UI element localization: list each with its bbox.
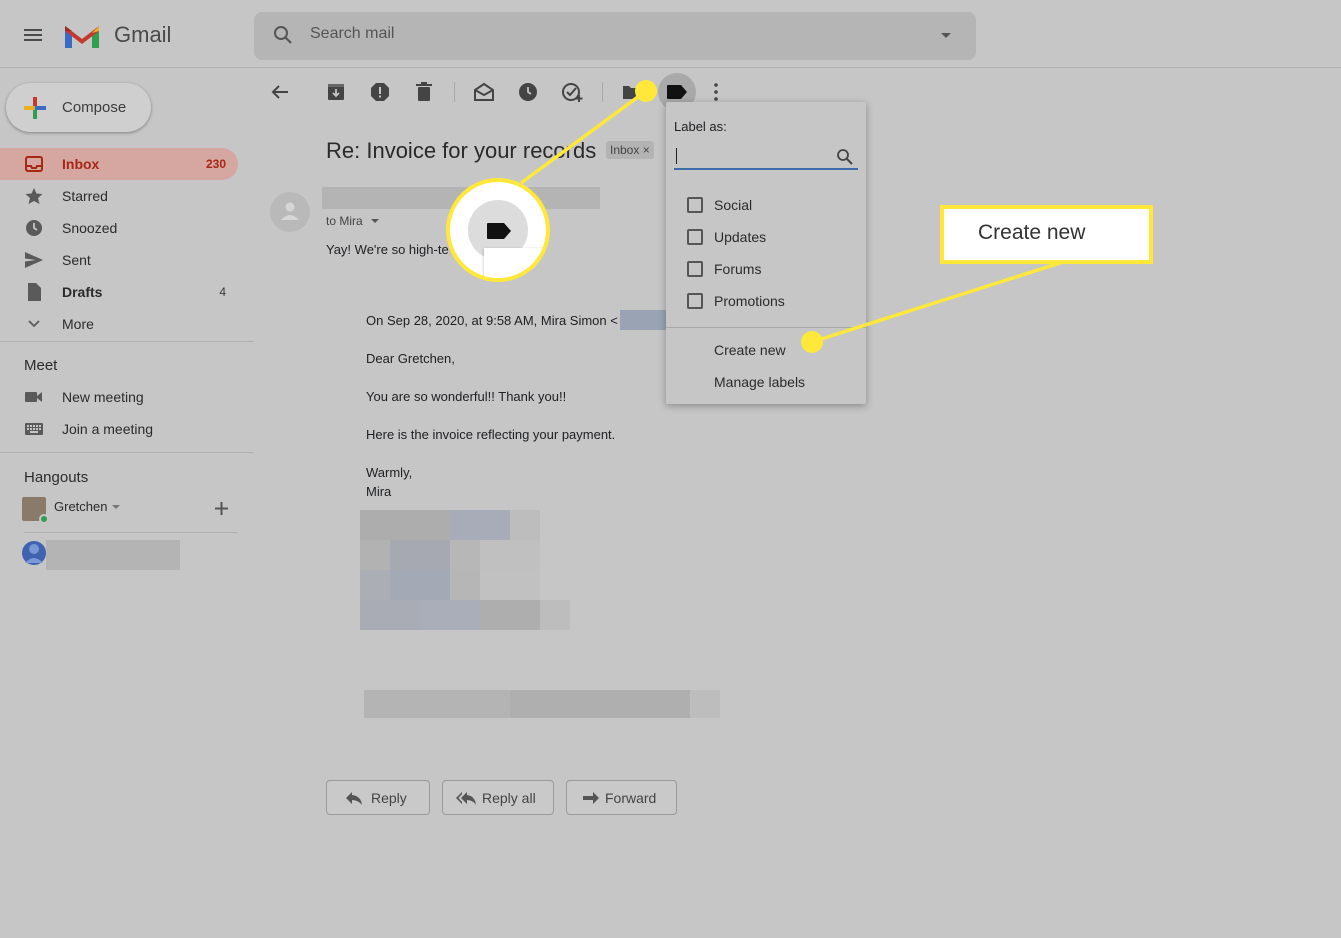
callout-text: Create new (978, 221, 1086, 244)
create-new-callout: Create new (940, 205, 1153, 264)
label-icon (485, 222, 513, 240)
callout-dot (801, 331, 823, 353)
zoom-magnifier-callout (446, 178, 550, 282)
zoomed-menu-corner (484, 248, 544, 278)
callout-connector-lines (519, 89, 1064, 344)
callout-dot (635, 80, 657, 102)
